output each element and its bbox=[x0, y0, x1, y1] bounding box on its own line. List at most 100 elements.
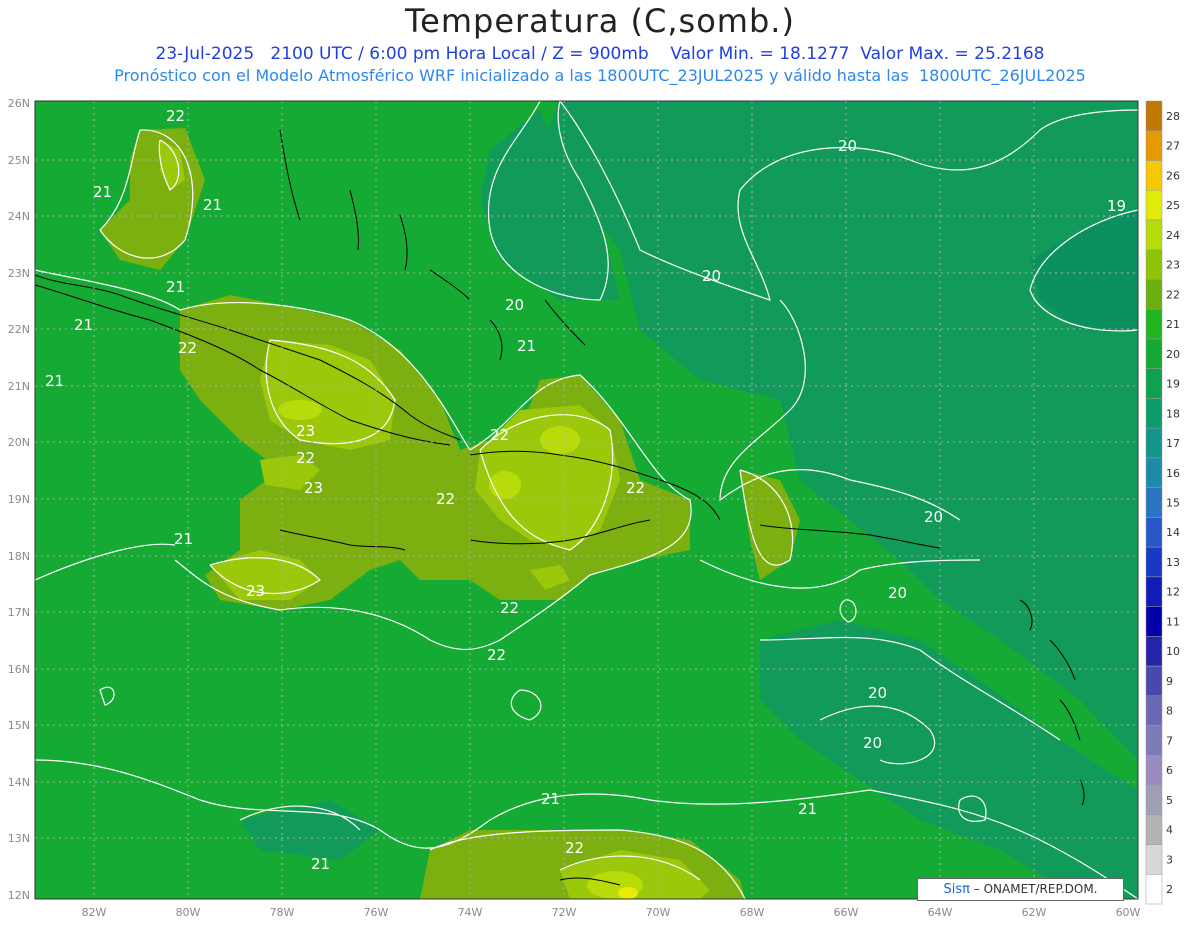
colorbar-label: 27 bbox=[1166, 140, 1180, 153]
colorbar-swatch bbox=[1145, 755, 1163, 786]
lon-label: 62W bbox=[1022, 906, 1047, 919]
colorbar-swatch bbox=[1145, 368, 1163, 399]
contour-label: 23 bbox=[304, 479, 323, 497]
colorbar-label: 13 bbox=[1166, 556, 1180, 569]
contour-label: 22 bbox=[565, 839, 584, 857]
colorbar-swatch bbox=[1145, 814, 1163, 845]
lat-label: 15N bbox=[8, 719, 30, 732]
colorbar-label: 28 bbox=[1166, 110, 1180, 123]
lat-label: 14N bbox=[8, 776, 30, 789]
colorbar-label: 9 bbox=[1166, 675, 1173, 688]
lat-label: 12N bbox=[8, 889, 30, 902]
lat-label: 24N bbox=[8, 210, 30, 223]
lat-label: 26N bbox=[8, 97, 30, 110]
lat-label: 25N bbox=[8, 154, 30, 167]
colorbar-swatch bbox=[1145, 130, 1163, 161]
contour-label: 22 bbox=[178, 339, 197, 357]
contour-label: 20 bbox=[924, 508, 943, 526]
contour-label: 22 bbox=[490, 426, 509, 444]
colorbar-swatch bbox=[1145, 100, 1163, 131]
colorbar-label: 2 bbox=[1166, 883, 1173, 896]
colorbar-label: 7 bbox=[1166, 734, 1173, 747]
colorbar-swatch bbox=[1145, 517, 1163, 548]
lat-label: 22N bbox=[8, 323, 30, 336]
colorbar-label: 19 bbox=[1166, 378, 1180, 391]
colorbar-label: 8 bbox=[1166, 705, 1173, 718]
colorbar-swatch bbox=[1145, 338, 1163, 369]
colorbar-swatch bbox=[1145, 606, 1163, 637]
sispi-logo: Sisπ bbox=[943, 882, 970, 897]
credit-org: – ONAMET/REP.DOM. bbox=[973, 882, 1098, 896]
colorbar-label: 18 bbox=[1166, 407, 1180, 420]
lat-label: 20N bbox=[8, 436, 30, 449]
colorbar-swatch bbox=[1145, 189, 1163, 221]
colorbar-swatch bbox=[1145, 844, 1163, 875]
colorbar-swatch bbox=[1145, 398, 1163, 429]
colorbar-swatch bbox=[1145, 427, 1163, 459]
contour-label: 21 bbox=[174, 530, 193, 548]
colorbar-swatch bbox=[1145, 279, 1163, 310]
lon-label: 80W bbox=[176, 906, 201, 919]
contour-label: 22 bbox=[626, 479, 645, 497]
lon-label: 66W bbox=[834, 906, 859, 919]
lat-label: 13N bbox=[8, 832, 30, 845]
colorbar-swatch bbox=[1145, 160, 1163, 191]
lon-label: 78W bbox=[270, 906, 295, 919]
field-25-spot bbox=[618, 887, 638, 899]
colorbar-label: 20 bbox=[1166, 348, 1180, 361]
contour-label: 21 bbox=[798, 800, 817, 818]
colorbar-label: 14 bbox=[1166, 526, 1180, 539]
lon-label: 76W bbox=[364, 906, 389, 919]
lon-label: 82W bbox=[82, 906, 107, 919]
colorbar-swatch bbox=[1145, 487, 1163, 518]
contour-label: 22 bbox=[436, 490, 455, 508]
lon-label: 64W bbox=[928, 906, 953, 919]
colorbar-label: 5 bbox=[1166, 794, 1173, 807]
contour-label: 20 bbox=[868, 684, 887, 702]
colorbar-swatch bbox=[1145, 576, 1163, 607]
colorbar-label: 4 bbox=[1166, 824, 1173, 837]
colorbar-label: 15 bbox=[1166, 497, 1180, 510]
contour-label: 23 bbox=[246, 582, 265, 600]
colorbar-swatch bbox=[1145, 308, 1163, 340]
colorbar-label: 22 bbox=[1166, 288, 1180, 301]
contour-label: 21 bbox=[74, 316, 93, 334]
colorbar-swatch bbox=[1145, 636, 1163, 667]
contour-label: 21 bbox=[517, 337, 536, 355]
colorbar-swatch bbox=[1145, 219, 1163, 250]
contour-label: 20 bbox=[863, 734, 882, 752]
contour-label: 19 bbox=[1107, 197, 1126, 215]
contour-label: 20 bbox=[505, 296, 524, 314]
colorbar-label: 3 bbox=[1166, 853, 1173, 866]
contour-label: 21 bbox=[541, 790, 560, 808]
colorbar-label: 26 bbox=[1166, 169, 1180, 182]
temperature-map: 22 21 21 21 21 22 21 23 22 23 22 21 23 2… bbox=[8, 97, 1180, 919]
colorbar-label: 16 bbox=[1166, 467, 1180, 480]
contour-label: 21 bbox=[166, 278, 185, 296]
colorbar-swatch bbox=[1145, 874, 1163, 905]
contour-label: 21 bbox=[45, 372, 64, 390]
colorbar-label: 12 bbox=[1166, 586, 1180, 599]
lon-label: 70W bbox=[646, 906, 671, 919]
colorbar-label: 21 bbox=[1166, 318, 1180, 331]
lat-label: 21N bbox=[8, 380, 30, 393]
colorbar-label: 24 bbox=[1166, 229, 1180, 242]
colorbar-label: 10 bbox=[1166, 645, 1180, 658]
lon-label: 60W bbox=[1116, 906, 1141, 919]
contour-label: 20 bbox=[702, 267, 721, 285]
credit-box: Sisπ – ONAMET/REP.DOM. bbox=[917, 878, 1124, 901]
contour-label: 22 bbox=[487, 646, 506, 664]
contour-label: 22 bbox=[166, 107, 185, 125]
contour-label: 21 bbox=[203, 196, 222, 214]
colorbar-label: 11 bbox=[1166, 616, 1180, 629]
contour-label: 20 bbox=[838, 137, 857, 155]
contour-label: 21 bbox=[93, 183, 112, 201]
lat-label: 16N bbox=[8, 663, 30, 676]
colorbar-label: 6 bbox=[1166, 764, 1173, 777]
colorbar-swatch bbox=[1145, 784, 1163, 815]
colorbar-swatch bbox=[1145, 457, 1163, 488]
temperature-field: 22 21 21 21 21 22 21 23 22 23 22 21 23 2… bbox=[35, 101, 1138, 899]
colorbar-swatch bbox=[1145, 695, 1163, 726]
colorbar-label: 17 bbox=[1166, 437, 1180, 450]
lon-label: 72W bbox=[552, 906, 577, 919]
